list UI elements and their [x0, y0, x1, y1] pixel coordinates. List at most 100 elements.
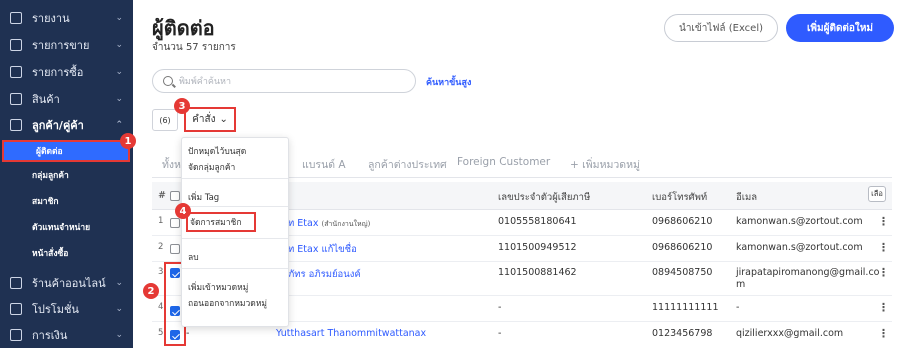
menu-item-add-to-category[interactable]: เพิ่มเข้าหมวดหมู่ [188, 280, 248, 294]
menu-divider [182, 178, 288, 179]
menu-divider [182, 268, 288, 269]
command-button[interactable]: คำสั่ง ⌄ [184, 107, 236, 132]
tab-foreign-th[interactable]: ลูกค้าต่างประเทศ [368, 156, 447, 173]
branch-label: (สำนักงานใหญ่) [321, 220, 371, 228]
row-number: 4 [158, 302, 164, 312]
sidebar-item-online-store[interactable]: ร้านค้าออนไลน์ ⌄ [0, 270, 133, 296]
sidebar-item-promotion[interactable]: โปรโมชั่น ⌄ [0, 296, 133, 322]
callout-3: 3 [174, 98, 190, 114]
chevron-down-icon: ⌄ [115, 94, 123, 104]
search-box [152, 69, 416, 93]
sales-icon [10, 39, 22, 51]
sidebar-item-sales[interactable]: รายการขาย ⌄ [0, 32, 133, 58]
sidebar-item-label: รายงาน [32, 12, 70, 25]
select-all-checkbox[interactable] [170, 191, 180, 201]
command-dropdown: ปักหมุดไว้บนสุด จัดกลุ่มลูกค้า เพิ่ม Tag… [181, 137, 289, 327]
row-number: 2 [158, 242, 164, 252]
contact-name[interactable]: ัท Etax แก้ไขชื่อ [288, 242, 357, 257]
phone: 0968606210 [652, 242, 713, 253]
phone: 0968606210 [652, 216, 713, 227]
search-input[interactable] [179, 74, 409, 90]
finance-icon [10, 329, 22, 341]
menu-divider [182, 206, 288, 207]
chevron-down-icon: ⌄ [115, 13, 123, 23]
sidebar-item-finance[interactable]: การเงิน ⌄ [0, 322, 133, 348]
contact-name[interactable]: ัท Etax (สำนักงานใหญ่) [288, 216, 370, 231]
tax-id: 1101500881462 [498, 267, 577, 278]
promotion-icon [10, 303, 22, 315]
row-number: 1 [158, 216, 164, 226]
row-menu-icon[interactable]: ⋮ [878, 301, 889, 314]
store-icon [10, 277, 22, 289]
menu-item-remove-from-category[interactable]: ถอนออกจากหมวดหมู่ [188, 296, 267, 310]
sidebar-item-label: โปรโมชั่น [32, 303, 79, 316]
row-checkbox[interactable] [170, 244, 180, 254]
tax-id: - [498, 328, 502, 339]
row-checkbox[interactable] [170, 218, 180, 228]
column-email: อีเมล [736, 192, 758, 203]
column-tax-id: เลขประจำตัวผู้เสียภาษี [498, 192, 591, 203]
sidebar-subitem-label: ผู้ติดต่อ [36, 147, 63, 157]
command-label: คำสั่ง [192, 114, 216, 125]
tax-id: 1101500949512 [498, 242, 577, 253]
sidebar-item-report[interactable]: รายงาน ⌄ [0, 5, 133, 31]
sidebar-item-label: สินค้า [32, 93, 60, 106]
sidebar-subitem-label: หน้าสั่งซื้อ [32, 249, 69, 259]
chevron-down-icon: ⌄ [115, 330, 123, 340]
sidebar-item-contacts[interactable]: ลูกค้า/คู่ค้า ⌃ [0, 112, 133, 138]
phone: 0894508750 [652, 267, 713, 278]
chevron-down-icon: ⌄ [115, 40, 123, 50]
row-number: 3 [158, 267, 164, 277]
email: qizilierxxx@gmail.com [736, 328, 844, 339]
menu-item-pin[interactable]: ปักหมุดไว้บนสุด [188, 144, 246, 158]
sidebar-item-product[interactable]: สินค้า ⌄ [0, 86, 133, 112]
menu-divider [182, 238, 288, 239]
sidebar-item-label: ลูกค้า/คู่ค้า [32, 119, 84, 132]
email: kamonwan.s@zortout.com [736, 242, 863, 253]
menu-item-group-customers[interactable]: จัดกลุ่มลูกค้า [188, 160, 235, 174]
column-phone: เบอร์โทรศัพท์ [652, 192, 708, 203]
chevron-down-icon: ⌄ [219, 114, 228, 125]
phone: 0123456798 [652, 328, 713, 339]
sidebar-item-label: รายการขาย [32, 39, 90, 52]
menu-item-manage-members[interactable]: จัดการสมาชิก [186, 212, 256, 232]
purchase-icon [10, 66, 22, 78]
sidebar: รายงาน ⌄ รายการขาย ⌄ รายการซื้อ ⌄ สินค้า… [0, 0, 133, 348]
contact-name[interactable]: ภัทร อภิรมย์อนงค์ [288, 267, 361, 282]
contact-name-text: ัท Etax [288, 218, 319, 229]
column-hash: # [158, 190, 166, 201]
callout-1: 1 [120, 133, 136, 149]
sidebar-subitem-dealers[interactable]: ตัวแทนจำหน่าย [0, 216, 133, 238]
menu-item-add-tag[interactable]: เพิ่ม Tag [188, 190, 219, 204]
email-wrap: m [736, 279, 746, 290]
tab-add-category[interactable]: + เพิ่มหมวดหมู่ [570, 156, 640, 173]
row-menu-icon[interactable]: ⋮ [878, 327, 889, 340]
selected-count: (6) [152, 109, 178, 131]
add-contact-button[interactable]: เพิ่มผู้ติดต่อใหม่ [786, 14, 894, 42]
menu-item-delete[interactable]: ลบ [188, 250, 199, 264]
row-menu-icon[interactable]: ⋮ [878, 215, 889, 228]
tab-foreign-customer[interactable]: Foreign Customer [457, 156, 550, 168]
sidebar-subitem-order-page[interactable]: หน้าสั่งซื้อ [0, 242, 133, 264]
row-menu-icon[interactable]: ⋮ [878, 241, 889, 254]
chevron-down-icon: ⌄ [115, 278, 123, 288]
tax-id: - [498, 302, 502, 313]
tax-id: 0105558180641 [498, 216, 577, 227]
advanced-search-link[interactable]: ค้นหาขั้นสูง [426, 75, 471, 89]
sidebar-subitem-contacts[interactable]: ผู้ติดต่อ [2, 140, 130, 162]
chevron-down-icon: ⌄ [115, 67, 123, 77]
row-menu-icon[interactable]: ⋮ [878, 266, 889, 279]
email: jirapatapiromanong@gmail.co [736, 267, 880, 278]
sidebar-subitem-customer-groups[interactable]: กลุ่มลูกค้า [0, 164, 133, 186]
column-settings-button[interactable]: เลือ [868, 186, 886, 202]
tab-brand-a[interactable]: แบรนด์ A [302, 156, 346, 173]
import-excel-button[interactable]: นำเข้าไฟล์ (Excel) [664, 14, 778, 42]
sidebar-subitem-label: สมาชิก [32, 197, 59, 207]
contacts-icon [10, 119, 22, 131]
sidebar-item-purchase[interactable]: รายการซื้อ ⌄ [0, 59, 133, 85]
email: kamonwan.s@zortout.com [736, 216, 863, 227]
chevron-down-icon: ⌄ [115, 304, 123, 314]
sidebar-subitem-members[interactable]: สมาชิก [0, 190, 133, 212]
contact-name[interactable]: Yutthasart Thanommitwattanax [276, 328, 426, 339]
callout-2: 2 [143, 283, 159, 299]
